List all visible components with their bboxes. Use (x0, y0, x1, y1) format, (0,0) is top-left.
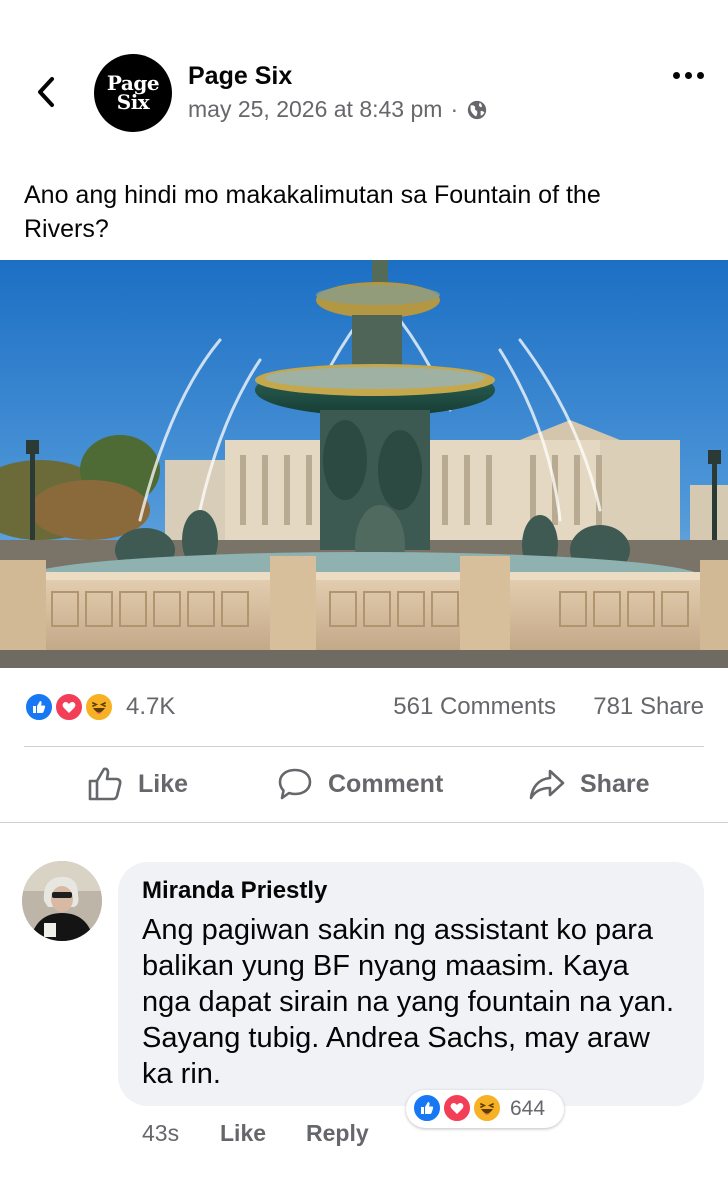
share-label: Share (580, 769, 650, 798)
more-dot (672, 71, 680, 79)
shares-count[interactable]: 781 Share (593, 693, 704, 721)
like-reaction-icon (412, 1093, 442, 1123)
post-header: Page Six Page Six may 25, 2026 at 8:43 p… (0, 0, 728, 160)
post-stats: 4.7K 561 Comments 781 Share (0, 684, 728, 730)
post-actions: Like Comment Share (0, 748, 728, 820)
divider (24, 746, 704, 747)
globe-icon (467, 100, 487, 119)
post-timestamp[interactable]: may 25, 2026 at 8:43 pm (188, 96, 442, 123)
love-reaction-icon (54, 692, 84, 722)
share-button[interactable]: Share (528, 748, 649, 820)
meta-separator: · (450, 96, 459, 122)
haha-reaction-icon (84, 692, 114, 722)
post-text: Ano ang hindi mo makakalimutan sa Founta… (24, 181, 601, 243)
thumbs-up-icon (88, 767, 122, 801)
avatar-image (22, 861, 102, 941)
like-button[interactable]: Like (86, 748, 188, 820)
comment-like-button[interactable]: Like (220, 1120, 266, 1147)
comment-reply-button[interactable]: Reply (306, 1120, 369, 1147)
reaction-count[interactable]: 4.7K (126, 693, 175, 721)
comment-bubble: Miranda Priestly Ang pagiwan sakin ng as… (118, 862, 704, 1106)
section-divider (0, 822, 728, 823)
back-button[interactable] (30, 72, 62, 112)
more-dot (684, 71, 692, 79)
comment-time: 43s (142, 1120, 180, 1146)
comment-label: Comment (328, 769, 444, 798)
chevron-left-icon (38, 77, 54, 107)
comment-footer: 43s Like Reply (0, 1116, 728, 1152)
post-meta: may 25, 2026 at 8:43 pm · (188, 96, 488, 123)
haha-reaction-icon (472, 1093, 502, 1123)
like-label: Like (138, 769, 189, 798)
post-photo[interactable] (0, 260, 728, 668)
more-options-button[interactable] (668, 60, 708, 90)
commenter-avatar[interactable] (22, 861, 102, 941)
comment-text: Ang pagiwan sakin ng assistant ko para b… (142, 914, 675, 1090)
share-arrow-icon (529, 769, 565, 800)
page-avatar[interactable]: Page Six (94, 54, 172, 132)
comments-count[interactable]: 561 Comments (393, 693, 556, 721)
love-reaction-icon (442, 1093, 472, 1123)
more-dot (696, 71, 704, 79)
logo-text-bottom: Six (116, 90, 150, 114)
commenter-name[interactable]: Miranda Priestly (142, 876, 682, 906)
fountain-photo (0, 260, 728, 668)
reaction-icons[interactable] (24, 692, 120, 726)
comment: Miranda Priestly Ang pagiwan sakin ng as… (0, 858, 728, 1158)
comment-button[interactable]: Comment (276, 748, 443, 820)
page-name[interactable]: Page Six (188, 62, 292, 91)
like-reaction-icon (24, 692, 54, 722)
comment-bubble-icon (278, 768, 312, 800)
